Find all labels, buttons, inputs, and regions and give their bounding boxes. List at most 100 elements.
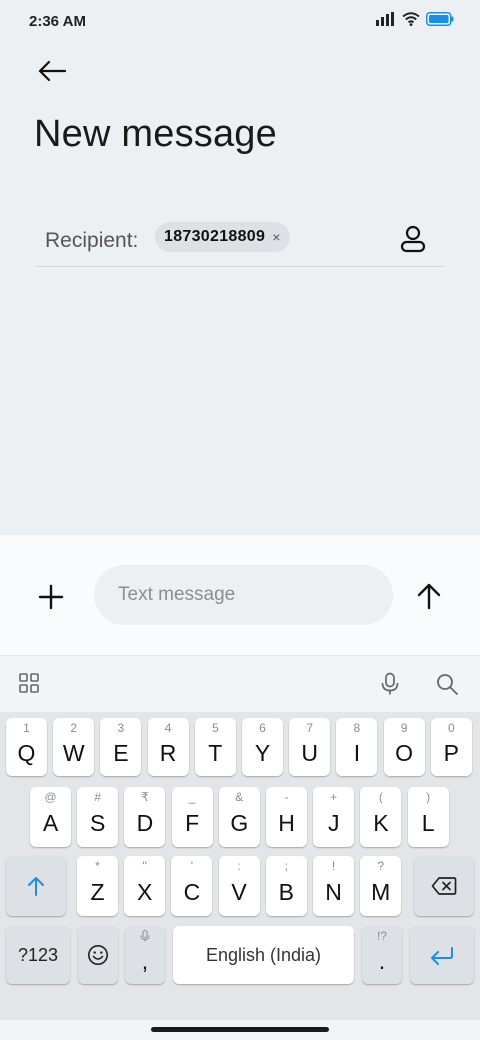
key-hint: ( xyxy=(378,790,383,804)
key-hint: @ xyxy=(44,790,57,804)
recipient-row: Recipient: 18730218809 × xyxy=(36,216,444,267)
key-label: N xyxy=(325,878,342,905)
key-hint: 2 xyxy=(70,721,78,735)
recipient-chip[interactable]: 18730218809 × xyxy=(155,222,291,252)
key-label: H xyxy=(278,809,295,836)
key-h[interactable]: -H xyxy=(266,787,307,847)
signal-icon xyxy=(376,12,394,26)
key-hint: : xyxy=(237,859,241,873)
comma-key-label: , xyxy=(141,947,149,974)
period-key-label: . xyxy=(378,947,386,974)
key-w[interactable]: 2W xyxy=(53,718,95,776)
key-z[interactable]: * Z xyxy=(77,856,118,916)
key-e[interactable]: 3E xyxy=(100,718,142,776)
key-label: I xyxy=(353,739,361,766)
recipient-label: Recipient: xyxy=(45,229,139,252)
battery-icon xyxy=(426,12,454,26)
key-m[interactable]: ? M xyxy=(360,856,402,916)
key-label: J xyxy=(327,809,340,836)
key-v[interactable]: :V xyxy=(218,856,260,916)
space-key-label: English (India) xyxy=(205,944,322,965)
voice-input-button[interactable] xyxy=(379,672,403,696)
space-key[interactable]: English (India) xyxy=(173,926,354,984)
key-label: Y xyxy=(254,739,271,766)
attach-button[interactable] xyxy=(36,582,66,612)
key-label: Z xyxy=(90,878,105,905)
key-i[interactable]: 8I xyxy=(336,718,378,776)
arrow-left-icon xyxy=(38,60,66,82)
key-hint: 0 xyxy=(447,721,455,735)
emoji-icon xyxy=(88,945,108,965)
status-bar: 2:36 AM xyxy=(0,0,480,42)
keyboard-menu-button[interactable] xyxy=(18,672,42,696)
keyboard-search-button[interactable] xyxy=(435,672,459,696)
key-label: X xyxy=(137,878,153,905)
key-k[interactable]: (K xyxy=(360,787,402,847)
key-label: O xyxy=(395,739,414,766)
key-label: B xyxy=(278,878,294,905)
key-label: C xyxy=(183,878,201,905)
key-hint: * xyxy=(95,859,100,873)
backspace-key[interactable] xyxy=(414,856,474,916)
key-g[interactable]: & G xyxy=(218,787,260,847)
keyboard-keys: ?123 , English (India) !? . 1 Q 2 W 3 E … xyxy=(0,712,480,1020)
key-t[interactable]: 5T xyxy=(194,718,236,776)
period-key-hint: !? xyxy=(376,929,387,943)
key-hint: _ xyxy=(188,790,196,804)
enter-key[interactable] xyxy=(410,926,474,984)
key-label: V xyxy=(231,878,247,905)
key-label: L xyxy=(421,809,435,836)
enter-icon xyxy=(431,947,453,965)
key-hint: 3 xyxy=(117,721,125,735)
message-input[interactable] xyxy=(94,565,393,625)
key-p[interactable]: 0P xyxy=(430,718,472,776)
mic-icon xyxy=(381,672,399,695)
key-hint: 1 xyxy=(23,721,30,735)
key-j[interactable]: + J xyxy=(313,787,355,847)
plus-icon xyxy=(38,584,64,610)
page-title: New message xyxy=(34,113,277,155)
key-a[interactable]: @ A xyxy=(30,787,71,847)
key-label: M xyxy=(371,878,391,905)
key-l[interactable]: ) L xyxy=(407,787,449,847)
key-b[interactable]: ; B xyxy=(265,856,307,916)
key-f[interactable]: _ F xyxy=(171,787,213,847)
key-hint: ₹ xyxy=(141,790,149,804)
home-indicator[interactable] xyxy=(151,1027,329,1032)
key-hint: + xyxy=(330,790,338,804)
key-y[interactable]: 6Y xyxy=(242,718,283,776)
key-label: U xyxy=(301,739,318,766)
key-d[interactable]: ₹ D xyxy=(124,787,166,847)
key-hint: - xyxy=(284,790,289,804)
keyboard: ?123 , English (India) !? . 1 Q 2 W 3 E … xyxy=(0,656,480,1040)
key-o[interactable]: 9O xyxy=(383,718,425,776)
key-hint: 4 xyxy=(164,721,172,735)
status-time: 2:36 AM xyxy=(29,13,86,30)
contacts-button[interactable] xyxy=(398,224,428,254)
key-hint: " xyxy=(142,859,147,873)
key-x[interactable]: " X xyxy=(124,856,166,916)
symbols-key[interactable]: ?123 xyxy=(6,926,70,984)
key-r[interactable]: 4R xyxy=(147,718,189,776)
key-c[interactable]: ' C xyxy=(171,856,213,916)
send-button[interactable] xyxy=(414,581,444,611)
back-button[interactable] xyxy=(34,54,70,88)
key-hint: ? xyxy=(377,859,385,873)
key-q[interactable]: 1Q xyxy=(6,718,47,776)
key-u[interactable]: 7U xyxy=(289,718,331,776)
close-icon[interactable]: × xyxy=(272,230,280,244)
key-label: E xyxy=(113,739,129,766)
key-label: T xyxy=(208,739,223,766)
key-hint: ) xyxy=(426,790,431,804)
key-s[interactable]: # S xyxy=(77,787,119,847)
shift-key[interactable] xyxy=(6,856,66,916)
key-hint: ! xyxy=(331,859,336,873)
key-n[interactable]: ! N xyxy=(313,856,354,916)
period-key[interactable]: !? . xyxy=(362,926,402,984)
key-label: F xyxy=(185,809,200,836)
key-label: A xyxy=(42,809,59,836)
key-label: K xyxy=(373,809,389,836)
emoji-key[interactable] xyxy=(78,926,118,984)
keyboard-toolbar xyxy=(0,656,480,712)
comma-key[interactable]: , xyxy=(125,926,165,984)
